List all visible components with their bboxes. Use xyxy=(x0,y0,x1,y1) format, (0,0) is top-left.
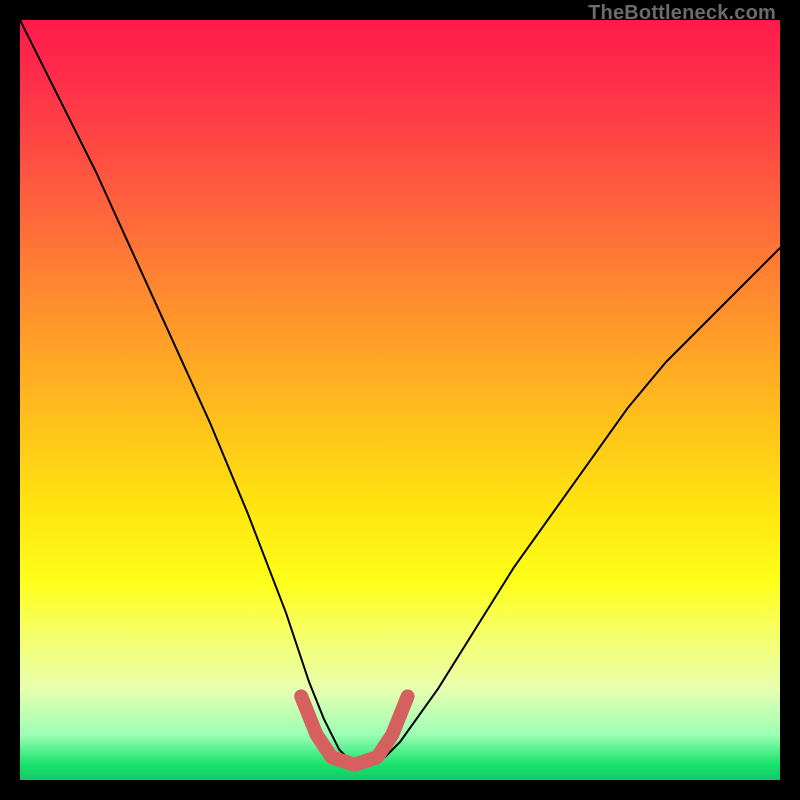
chart-svg xyxy=(20,20,780,780)
curve-line xyxy=(20,20,780,765)
chart-frame: TheBottleneck.com xyxy=(0,0,800,800)
highlight-segment xyxy=(301,696,407,764)
plot-area xyxy=(20,20,780,780)
